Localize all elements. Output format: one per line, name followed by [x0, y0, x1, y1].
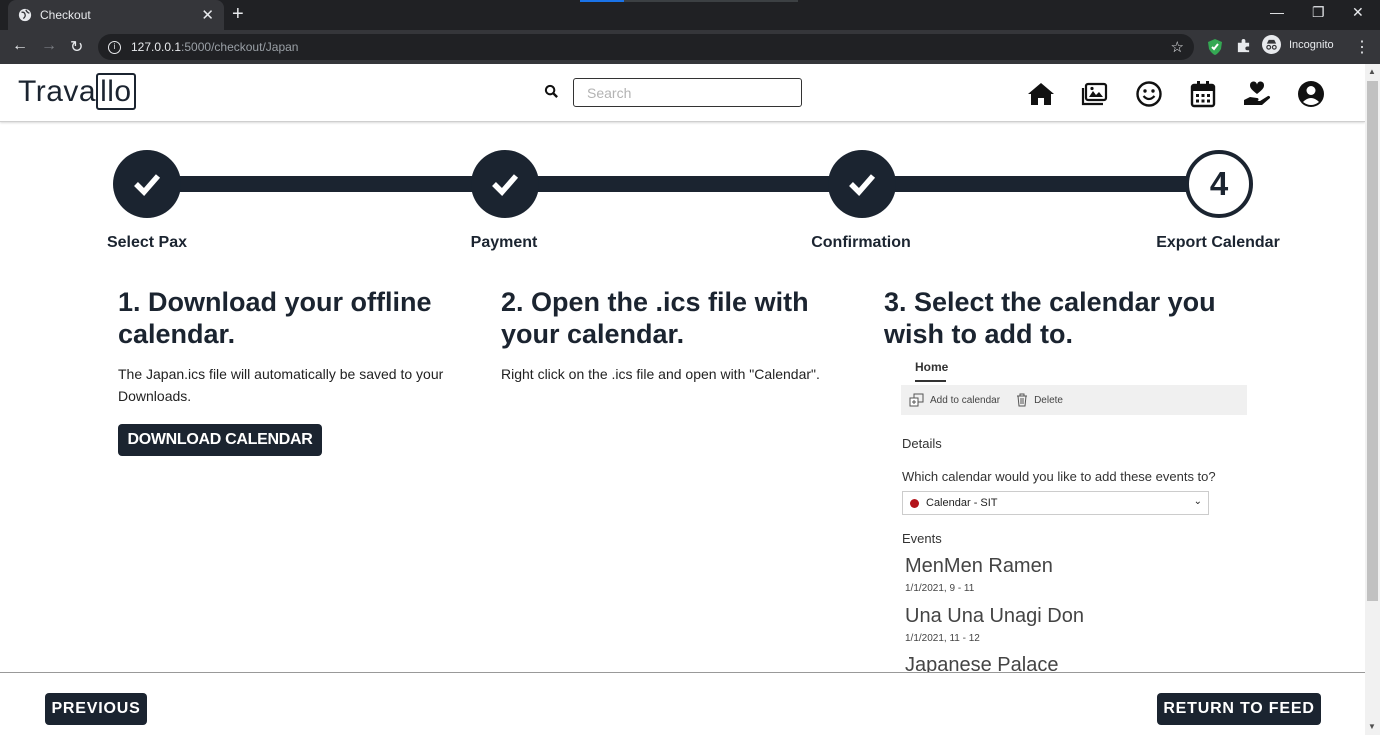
add-to-calendar-label: Add to calendar — [930, 394, 1001, 406]
account-icon[interactable] — [1297, 80, 1325, 108]
donate-icon[interactable] — [1243, 80, 1271, 108]
tab-underline — [915, 380, 946, 382]
bookmark-star-icon[interactable]: ☆ — [1171, 38, 1184, 56]
scroll-up-icon[interactable]: ▲ — [1368, 67, 1376, 76]
logo-text: Trava — [18, 75, 97, 108]
travallo-logo[interactable]: Trava llo — [18, 73, 136, 110]
shield-extension-icon[interactable] — [1207, 38, 1223, 56]
calendar-question: Which calendar would you like to add the… — [902, 469, 1216, 484]
step-label: Export Calendar — [1156, 234, 1280, 251]
tab-title: Checkout — [40, 8, 91, 22]
delete-item: Delete — [1016, 393, 1063, 407]
calendar-preview-image: Home Add to calendar Delete Details Whic… — [900, 354, 1250, 676]
incognito-badge[interactable]: Incognito — [1262, 35, 1334, 54]
scroll-down-icon[interactable]: ▼ — [1368, 722, 1376, 731]
step-label: Confirmation — [811, 234, 911, 251]
reload-icon[interactable]: ↻ — [70, 37, 83, 57]
browser-menu-icon[interactable]: ⋮ — [1354, 37, 1370, 57]
restore-icon[interactable]: ❐ — [1312, 4, 1325, 21]
step-label: Select Pax — [106, 234, 188, 251]
close-tab-icon[interactable]: ✕ — [201, 6, 214, 24]
checkout-footer: PREVIOUS RETURN TO FEED — [0, 672, 1365, 735]
calendar-select: Calendar - SIT ⌄ — [902, 491, 1209, 515]
check-icon — [849, 174, 876, 197]
home-icon[interactable] — [1027, 80, 1055, 108]
details-label: Details — [902, 436, 942, 451]
page-scrollbar[interactable]: ▲ ▼ — [1365, 64, 1380, 735]
step-label: Payment — [470, 234, 538, 251]
loading-bar — [580, 0, 798, 2]
step-2-heading: 2. Open the .ics file with your calendar… — [501, 287, 809, 349]
profile-label: Incognito — [1289, 38, 1334, 51]
events-label: Events — [902, 531, 942, 546]
window-close-icon[interactable]: ✕ — [1352, 4, 1364, 21]
forward-icon[interactable]: → — [41, 37, 57, 55]
step-2-done — [471, 150, 539, 218]
back-icon[interactable]: ← — [12, 37, 28, 55]
step-2-text: Right click on the .ics file and open wi… — [501, 366, 820, 382]
chevron-down-icon: ⌄ — [1193, 496, 1202, 507]
url-path: :5000/checkout/Japan — [181, 40, 299, 54]
search-icon — [544, 84, 558, 98]
url-field[interactable]: i 127.0.0.1:5000/checkout/Japan ☆ — [98, 34, 1194, 60]
page: Travallo 4 Select Pax Payment Confirmati… — [0, 64, 1365, 735]
event-time: 1/1/2021, 9 - 11 — [905, 583, 975, 594]
step-1-done — [113, 150, 181, 218]
step-4-current: 4 — [1185, 150, 1253, 218]
step-3-heading: 3. Select the calendar you wish to add t… — [884, 287, 1216, 349]
url-host: 127.0.0.1 — [131, 40, 182, 54]
step-1-heading: 1. Download your offline calendar. — [118, 287, 432, 349]
calendar-color-dot — [910, 498, 919, 508]
calendar-icon[interactable] — [1189, 80, 1217, 108]
extensions-puzzle-icon[interactable] — [1236, 38, 1251, 53]
return-to-feed-button[interactable]: RETURN TO FEED — [1157, 693, 1321, 725]
event-name: MenMen Ramen — [905, 555, 1053, 577]
new-tab-icon[interactable]: + — [232, 3, 244, 26]
calendar-toolbar: Add to calendar Delete — [901, 385, 1247, 415]
check-icon — [134, 174, 161, 197]
trash-icon — [1017, 393, 1028, 407]
progress-line — [146, 176, 1218, 192]
calendar-home-tab: Home — [915, 360, 949, 374]
globe-icon — [18, 8, 32, 22]
browser-tab[interactable]: Checkout ✕ — [8, 0, 224, 30]
incognito-icon — [1262, 35, 1281, 54]
delete-label: Delete — [1034, 394, 1063, 406]
check-icon — [492, 174, 519, 197]
site-header: Trava llo — [0, 64, 1365, 122]
step-1-text: The Japan.ics file will automatically be… — [118, 366, 444, 404]
previous-button[interactable]: PREVIOUS — [45, 693, 147, 725]
add-calendar-icon — [909, 393, 924, 407]
browser-address-bar: ← → ↻ i 127.0.0.1:5000/checkout/Japan ☆ … — [0, 30, 1380, 64]
search-input[interactable] — [573, 78, 802, 107]
add-to-calendar-item: Add to calendar — [909, 393, 1000, 407]
logo-text-box: llo — [96, 73, 136, 110]
event-time: 1/1/2021, 11 - 12 — [905, 633, 980, 644]
download-calendar-button[interactable]: DOWNLOAD CALENDAR — [118, 424, 322, 456]
minimize-icon[interactable]: — — [1270, 4, 1284, 20]
browser-tab-bar: Checkout ✕ + — ❐ ✕ — [0, 0, 1380, 30]
info-icon[interactable]: i — [108, 40, 121, 54]
scrollbar-thumb[interactable] — [1367, 81, 1378, 601]
smile-icon[interactable] — [1135, 80, 1163, 108]
step-3-done — [828, 150, 896, 218]
selected-calendar-value: Calendar - SIT — [926, 497, 998, 509]
gallery-icon[interactable] — [1081, 80, 1109, 108]
event-name: Una Una Unagi Don — [905, 605, 1084, 627]
